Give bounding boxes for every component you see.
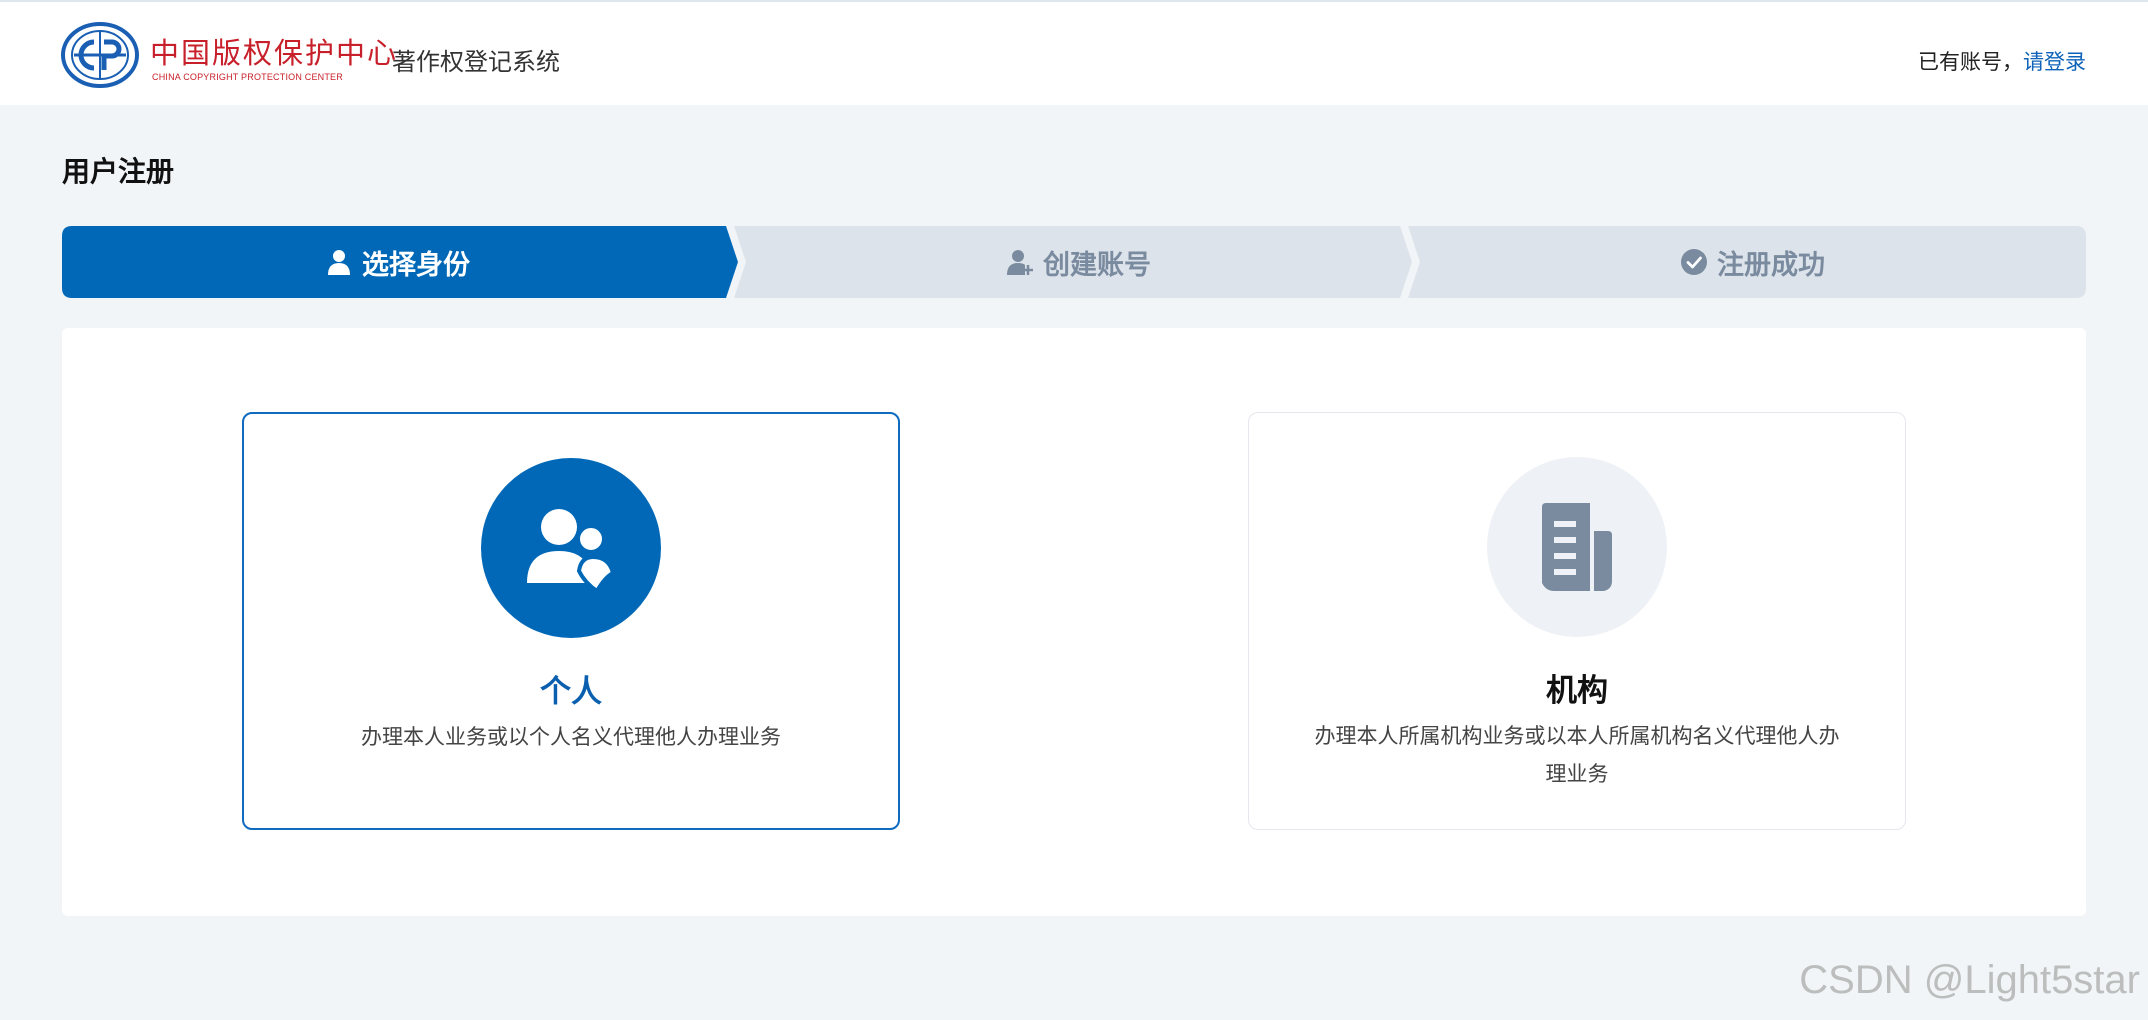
logo[interactable]: 中国版权保护中心 CHINA COPYRIGHT PROTECTION CENT… [60, 20, 396, 90]
step-create-account: 创建账号 [746, 226, 1412, 298]
step-select-identity: 选择身份 [62, 226, 734, 298]
step-label: 选择身份 [362, 249, 470, 280]
system-name: 著作权登记系统 [392, 49, 560, 76]
registration-steps: 选择身份 创建账号 注册成功 [62, 226, 2086, 298]
watermark: CSDN @Light5star [1799, 958, 2140, 1002]
logo-english-text: CHINA COPYRIGHT PROTECTION CENTER [152, 72, 343, 82]
step-label: 注册成功 [1717, 249, 1825, 280]
identity-selection-panel: 个人 办理本人业务或以个人名义代理他人办理业务 机构 办理本人所属机构业务或以本… [62, 328, 2086, 916]
login-prompt: 已有账号， [1918, 51, 2023, 74]
organization-icon-circle [1487, 457, 1667, 637]
check-circle-icon [1681, 249, 1707, 275]
option-individual[interactable]: 个人 办理本人业务或以个人名义代理他人办理业务 [242, 412, 900, 830]
option-title: 机构 [1546, 673, 1608, 708]
individual-icon-circle [481, 458, 661, 638]
building-icon [1542, 503, 1612, 591]
user-add-icon [1007, 250, 1033, 275]
top-header: 中国版权保护中心 CHINA COPYRIGHT PROTECTION CENT… [0, 0, 2148, 105]
option-description: 办理本人业务或以个人名义代理他人办理业务 [361, 726, 781, 749]
step-registration-success: 注册成功 [1420, 226, 2086, 298]
logo-chinese-text: 中国版权保护中心 [150, 36, 399, 70]
user-icon [328, 250, 350, 275]
page-title: 用户注册 [62, 156, 175, 187]
option-description: 办理本人所属机构业务或以本人所属机构名义代理他人办理业务 [1314, 725, 1840, 786]
login-link[interactable]: 请登录 [2023, 51, 2086, 74]
users-icon [527, 509, 616, 593]
step-label: 创建账号 [1043, 249, 1151, 280]
login-area: 已有账号，请登录 [1918, 46, 2086, 76]
logo-emblem-icon [61, 22, 139, 88]
option-title: 个人 [540, 674, 602, 709]
option-organization[interactable]: 机构 办理本人所属机构业务或以本人所属机构名义代理他人办理业务 [1248, 412, 1906, 830]
